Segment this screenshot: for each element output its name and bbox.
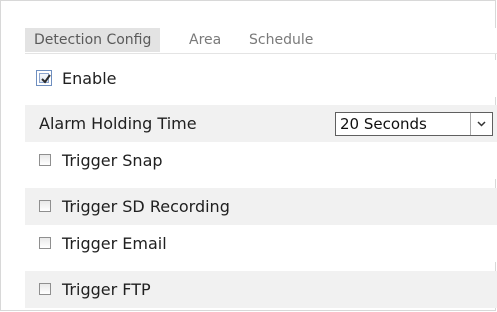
trigger-ftp-label: Trigger FTP <box>62 280 151 299</box>
trigger-ftp-checkbox[interactable] <box>39 283 51 295</box>
trigger-email-row: Trigger Email <box>25 225 497 262</box>
tab-detection-config[interactable]: Detection Config <box>25 28 161 52</box>
trigger-ftp-row: Trigger FTP <box>25 271 497 308</box>
trigger-snap-row: Trigger Snap <box>25 142 497 179</box>
alarm-holding-time-row: Alarm Holding Time 20 Seconds <box>25 105 497 142</box>
tab-area[interactable]: Area <box>189 28 221 52</box>
enable-checkbox[interactable] <box>36 70 52 86</box>
trigger-sd-recording-row: Trigger SD Recording <box>25 188 497 225</box>
dropdown-button[interactable] <box>470 113 492 135</box>
checkmark-icon <box>41 74 51 84</box>
tab-bar: Detection Config Area Schedule <box>25 28 497 54</box>
enable-label: Enable <box>62 69 117 88</box>
alarm-holding-time-select[interactable]: 20 Seconds <box>335 112 493 136</box>
trigger-email-label: Trigger Email <box>62 234 167 253</box>
trigger-sd-recording-checkbox[interactable] <box>39 200 51 212</box>
alarm-holding-time-value: 20 Seconds <box>340 115 427 133</box>
trigger-snap-label: Trigger Snap <box>62 151 163 170</box>
tab-schedule[interactable]: Schedule <box>249 28 313 52</box>
alarm-holding-time-label: Alarm Holding Time <box>39 114 197 133</box>
chevron-down-icon <box>477 121 486 127</box>
trigger-email-checkbox[interactable] <box>39 237 51 249</box>
trigger-sd-recording-label: Trigger SD Recording <box>62 197 230 216</box>
enable-row: Enable <box>25 60 497 97</box>
detection-config-panel: Detection Config Area Schedule Enable Al… <box>0 0 497 311</box>
trigger-snap-checkbox[interactable] <box>39 154 51 166</box>
checkbox-inner <box>39 73 51 84</box>
